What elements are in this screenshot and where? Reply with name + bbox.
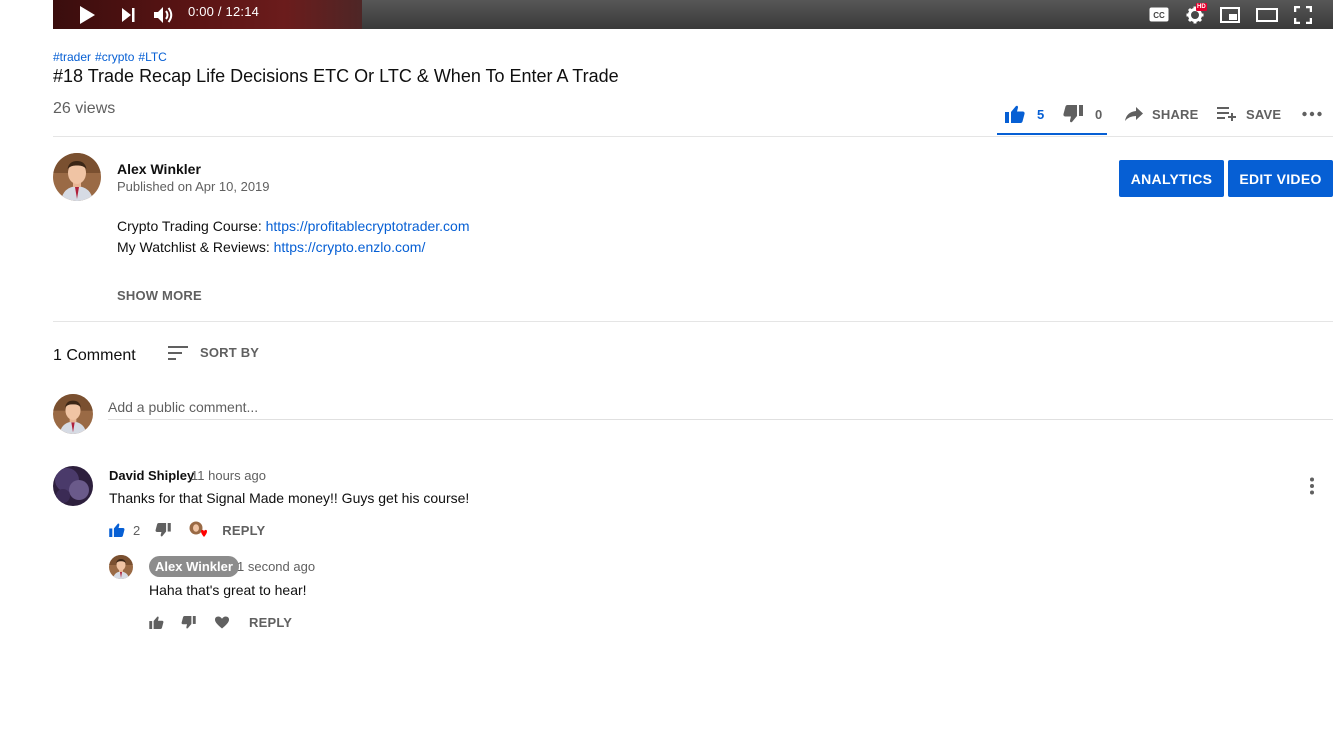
avatar-image [109,555,133,579]
thumbs-up-icon [1005,105,1025,123]
description-line: Crypto Trading Course: https://profitabl… [117,218,470,234]
time-display: 0:00 / 12:14 [188,4,260,19]
comment-menu-button[interactable] [1304,477,1320,500]
creator-heart-icon [189,521,208,537]
analytics-button[interactable]: ANALYTICS [1119,160,1224,197]
creator-heart-badge[interactable] [189,521,208,539]
volume-button[interactable] [151,0,177,29]
share-icon [1125,107,1143,121]
user-avatar [53,394,93,434]
share-button[interactable]: SHARE [1125,95,1199,133]
edit-video-button[interactable]: EDIT VIDEO [1228,160,1333,197]
play-icon [80,5,95,24]
avatar-image [53,466,93,506]
thumbs-down-icon [181,615,196,628]
comment-author[interactable]: David Shipley [109,468,194,483]
share-label: SHARE [1152,106,1199,122]
comment-dislike-button[interactable] [155,523,172,537]
description-text: Crypto Trading Course: [117,218,266,234]
more-horizontal-icon [1302,111,1322,117]
view-count: 26 views [53,100,116,117]
hd-badge: HD [1196,3,1207,11]
hashtag-link[interactable]: #LTC [138,50,166,64]
comment-input[interactable] [108,394,1333,420]
save-label: SAVE [1246,106,1282,122]
channel-name[interactable]: Alex Winkler [117,161,201,177]
divider [53,136,1333,137]
theater-button[interactable] [1253,0,1281,29]
show-more-button[interactable]: SHOW MORE [117,288,202,303]
video-player-controls: 0:00 / 12:14 CC HD [53,0,1333,29]
avatar-image [53,153,101,201]
like-bar [997,133,1107,135]
more-actions-button[interactable] [1302,95,1322,133]
next-button[interactable] [117,0,139,29]
comment-time[interactable]: 11 hours ago [191,468,266,483]
watchlist-link[interactable]: https://crypto.enzlo.com/ [274,239,426,255]
next-icon [122,7,135,22]
captions-button[interactable]: CC [1146,0,1172,29]
play-button[interactable] [75,0,99,29]
dislike-button[interactable]: 0 [1063,95,1102,133]
reply-toolbar: REPLY [149,614,292,630]
course-link[interactable]: https://profitablecryptotrader.com [266,218,470,234]
miniplayer-button[interactable] [1217,0,1243,29]
settings-button[interactable]: HD [1182,0,1208,29]
fullscreen-button[interactable] [1290,0,1316,29]
comment-count: 1 Comment [53,347,136,364]
like-count: 5 [1037,106,1045,122]
thumbs-up-icon [109,523,125,537]
reply-author-chip[interactable]: Alex Winkler [149,556,239,577]
video-title: #18 Trade Recap Life Decisions ETC Or LT… [53,66,619,86]
commenter-avatar[interactable] [53,466,93,506]
fullscreen-icon [1294,5,1312,24]
svg-text:CC: CC [1153,11,1165,20]
dislike-count: 0 [1095,106,1103,122]
divider [53,321,1333,322]
comment-like-button[interactable]: 2 [109,523,140,538]
save-button[interactable]: SAVE [1217,95,1281,133]
hashtag-list: #trader #crypto #LTC [53,50,167,64]
reply-heart-button[interactable] [215,616,229,629]
sort-label: SORT BY [200,345,260,360]
description-text: My Watchlist & Reviews: [117,239,274,255]
reply-time[interactable]: 1 second ago [237,559,315,574]
thumbs-up-icon [149,616,164,629]
reply-like-button[interactable] [149,616,164,629]
like-button[interactable]: 5 [1005,95,1044,133]
theater-icon [1256,7,1278,22]
reply-author-avatar[interactable] [109,555,133,579]
reply-text: Haha that's great to hear! [149,582,307,598]
miniplayer-icon [1220,6,1240,23]
heart-icon [215,616,229,628]
reply-dislike-button[interactable] [181,615,196,629]
volume-icon [154,6,173,23]
hashtag-link[interactable]: #trader [53,50,91,64]
playlist-add-icon [1217,107,1236,121]
more-vertical-icon [1310,477,1314,495]
thumbs-down-icon [155,523,172,537]
comment-toolbar: 2 REPLY [109,521,265,539]
sort-icon [168,345,188,360]
description-line: My Watchlist & Reviews: https://crypto.e… [117,239,425,255]
comment-text: Thanks for that Signal Made money!! Guys… [109,490,470,506]
channel-avatar[interactable] [53,153,101,201]
comment-like-count: 2 [133,522,141,538]
captions-icon: CC [1149,7,1169,22]
publish-date: Published on Apr 10, 2019 [117,179,270,194]
sort-by-button[interactable]: SORT BY [168,345,259,360]
comment-reply-button[interactable]: REPLY [222,523,265,538]
thumbs-down-icon [1063,105,1083,123]
reply-reply-button[interactable]: REPLY [249,615,292,630]
hashtag-link[interactable]: #crypto [95,50,134,64]
avatar-image [53,394,93,434]
